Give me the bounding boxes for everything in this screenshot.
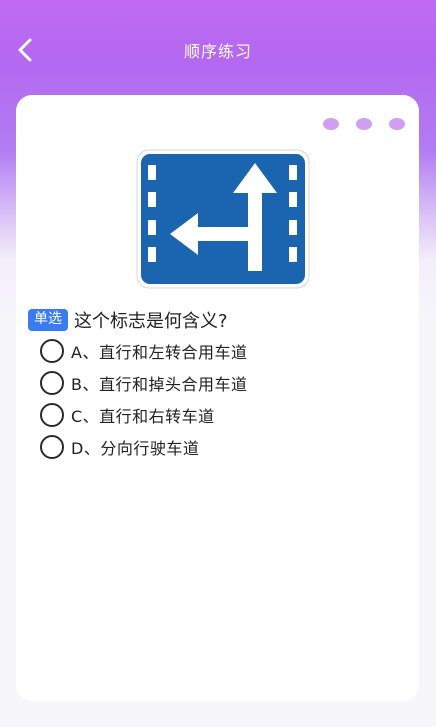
radio-icon[interactable] (40, 435, 64, 459)
option-a[interactable]: A、直行和左转合用车道 (40, 335, 247, 367)
option-d[interactable]: D、分向行驶车道 (40, 431, 247, 463)
radio-icon[interactable] (40, 371, 64, 395)
header: 顺序练习 (0, 0, 436, 96)
dot (356, 118, 372, 130)
option-label: C、直行和右转车道 (71, 407, 215, 426)
dot (323, 118, 339, 130)
option-c[interactable]: C、直行和右转车道 (40, 399, 247, 431)
dot (389, 118, 405, 130)
option-b[interactable]: B、直行和掉头合用车道 (40, 367, 247, 399)
question-text: 这个标志是何含义? (74, 311, 228, 332)
question: 单选 这个标志是何含义? (28, 307, 228, 333)
more-dots-icon[interactable] (323, 118, 405, 130)
option-label: A、直行和左转合用车道 (71, 343, 248, 362)
traffic-sign-image (136, 149, 310, 289)
question-card: 单选 这个标志是何含义? A、直行和左转合用车道 B、直行和掉头合用车道 C、直… (16, 95, 419, 701)
option-label: D、分向行驶车道 (71, 439, 200, 458)
radio-icon[interactable] (40, 339, 64, 363)
question-type-badge: 单选 (28, 309, 68, 331)
option-label: B、直行和掉头合用车道 (71, 375, 248, 394)
answer-options: A、直行和左转合用车道 B、直行和掉头合用车道 C、直行和右转车道 D、分向行驶… (40, 335, 247, 463)
page-title: 顺序练习 (183, 42, 252, 61)
radio-icon[interactable] (40, 403, 64, 427)
